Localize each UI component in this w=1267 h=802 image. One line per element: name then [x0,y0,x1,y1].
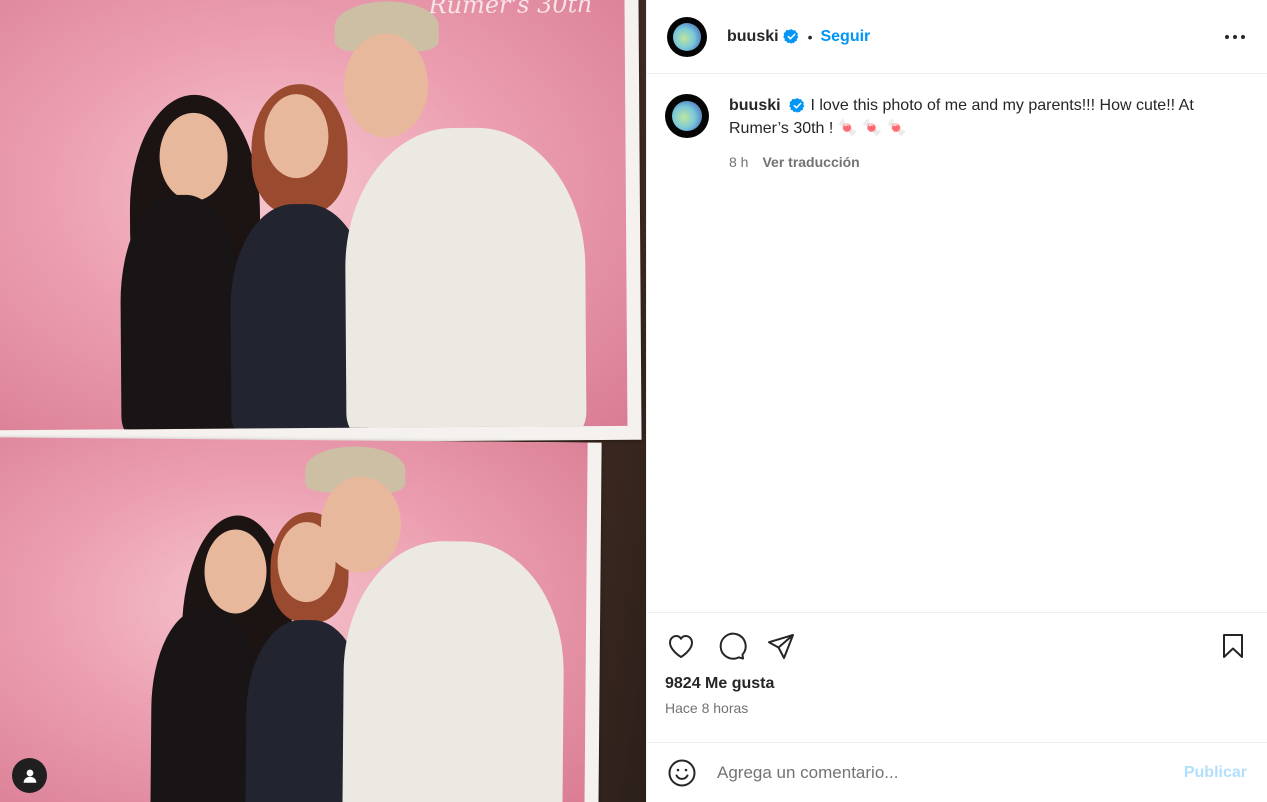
caption-verified-badge-icon [789,98,805,114]
caption-avatar[interactable] [665,94,709,138]
more-options-button[interactable] [1223,25,1247,49]
photo-frame-top: Rumer's 30th [0,0,628,431]
follow-button[interactable]: Seguir [820,28,870,46]
photo-strip-top: Rumer's 30th [0,0,642,445]
translate-button[interactable]: Ver traducción [762,151,859,174]
like-heart-icon[interactable] [665,630,697,662]
emoji-smiley-icon[interactable] [667,758,697,788]
comment-input[interactable] [717,762,1157,783]
publish-button[interactable]: Publicar [1184,764,1247,782]
caption-meta: 8 h Ver traducción [729,151,1249,174]
photo-watermark: Rumer's 30th [428,0,593,20]
post-header: buuski • Seguir [647,0,1267,74]
comment-bubble-icon[interactable] [715,630,747,662]
caption-username[interactable]: buuski [729,97,781,114]
author-username[interactable]: buuski [727,28,779,46]
post-timestamp: Hace 8 horas [665,700,749,716]
photo-strip-bottom [0,437,602,802]
likes-count[interactable]: 9824 Me gusta [665,675,1249,693]
tagged-user-button[interactable] [12,758,47,793]
post-media[interactable]: Rumer's 30th [0,0,646,802]
header-separator: • [807,28,813,45]
verified-badge-icon [782,29,798,44]
author-avatar[interactable] [667,16,707,57]
comment-bar: Publicar [647,742,1267,802]
caption-age: 8 h [729,154,749,170]
share-paper-plane-icon[interactable] [765,630,797,662]
save-bookmark-icon[interactable] [1217,630,1249,662]
post-side-panel: buuski • Seguir buuski I love this photo… [646,0,1267,802]
post-caption: buuski I love this photo of me and my pa… [647,74,1267,174]
photo-frame-bottom [0,437,588,802]
more-icon [1225,34,1229,39]
post-actions: 9824 Me gusta Hace 8 horas [647,612,1267,716]
user-icon [23,769,36,783]
